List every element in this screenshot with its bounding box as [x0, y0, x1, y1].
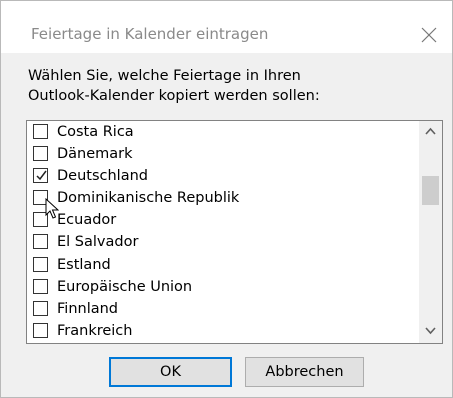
country-list-item[interactable]: Dominikanische Republik: [27, 188, 419, 210]
country-label: Dominikanische Republik: [57, 190, 240, 207]
scroll-down-button[interactable]: [419, 321, 442, 343]
country-label: Finnland: [57, 300, 119, 317]
country-label: El Salvador: [57, 234, 139, 251]
country-list-item[interactable]: Frankreich: [27, 321, 419, 343]
scroll-thumb[interactable]: [422, 176, 439, 205]
country-list-item[interactable]: Dänemark: [27, 144, 419, 166]
country-checkbox[interactable]: [33, 256, 48, 272]
country-checkbox[interactable]: [33, 212, 48, 228]
chevron-down-icon: [425, 327, 436, 335]
country-label: Dänemark: [57, 146, 133, 163]
ok-button[interactable]: OK: [109, 357, 232, 387]
close-button[interactable]: [415, 21, 443, 49]
country-list-items: Costa Rica Dänemark Deutschland Dominikanis…: [27, 122, 419, 343]
country-checkbox[interactable]: [33, 124, 48, 139]
country-list-item[interactable]: Ecuador: [27, 210, 419, 232]
country-list-item[interactable]: Finnland: [27, 299, 419, 321]
checkmark-icon: [36, 170, 47, 181]
instruction-line-1: Wählen Sie, welche Feiertage in Ihren: [28, 68, 301, 84]
country-label: Europäische Union: [57, 278, 193, 295]
country-label: Frankreich: [57, 322, 133, 339]
country-list[interactable]: Costa Rica Dänemark Deutschland Dominikanis…: [26, 120, 443, 344]
country-checkbox[interactable]: [33, 278, 48, 294]
dialog-title: Feiertage in Kalender eintragen: [31, 25, 269, 43]
country-label: Ecuador: [57, 212, 117, 229]
dialog-body: Wählen Sie, welche Feiertage in Ihren Ou…: [1, 53, 452, 397]
country-list-item[interactable]: Deutschland: [27, 166, 419, 188]
country-checkbox[interactable]: [33, 234, 48, 250]
close-icon: [421, 27, 437, 43]
cancel-button[interactable]: Abbrechen: [245, 357, 364, 387]
scroll-up-button[interactable]: [419, 121, 442, 143]
country-checkbox[interactable]: [33, 146, 48, 162]
country-list-item[interactable]: Costa Rica: [27, 122, 419, 144]
country-list-item[interactable]: El Salvador: [27, 232, 419, 254]
country-label: Costa Rica: [57, 124, 134, 140]
chevron-up-icon: [425, 127, 436, 135]
vertical-scrollbar[interactable]: [419, 121, 442, 343]
country-checkbox[interactable]: [33, 300, 48, 316]
country-label: Deutschland: [57, 168, 148, 185]
country-checkbox[interactable]: [33, 322, 48, 338]
instruction-text: Wählen Sie, welche Feiertage in Ihren Ou…: [28, 66, 428, 106]
title-bar: Feiertage in Kalender eintragen: [1, 1, 452, 51]
country-checkbox[interactable]: [33, 190, 48, 206]
instruction-line-2: Outlook-Kalender kopiert werden sollen:: [28, 88, 320, 104]
country-checkbox[interactable]: [33, 168, 48, 184]
holiday-dialog: Feiertage in Kalender eintragen Wählen S…: [0, 0, 453, 398]
country-list-item[interactable]: Estland: [27, 255, 419, 277]
country-list-item[interactable]: Europäische Union: [27, 277, 419, 299]
country-label: Estland: [57, 256, 111, 273]
